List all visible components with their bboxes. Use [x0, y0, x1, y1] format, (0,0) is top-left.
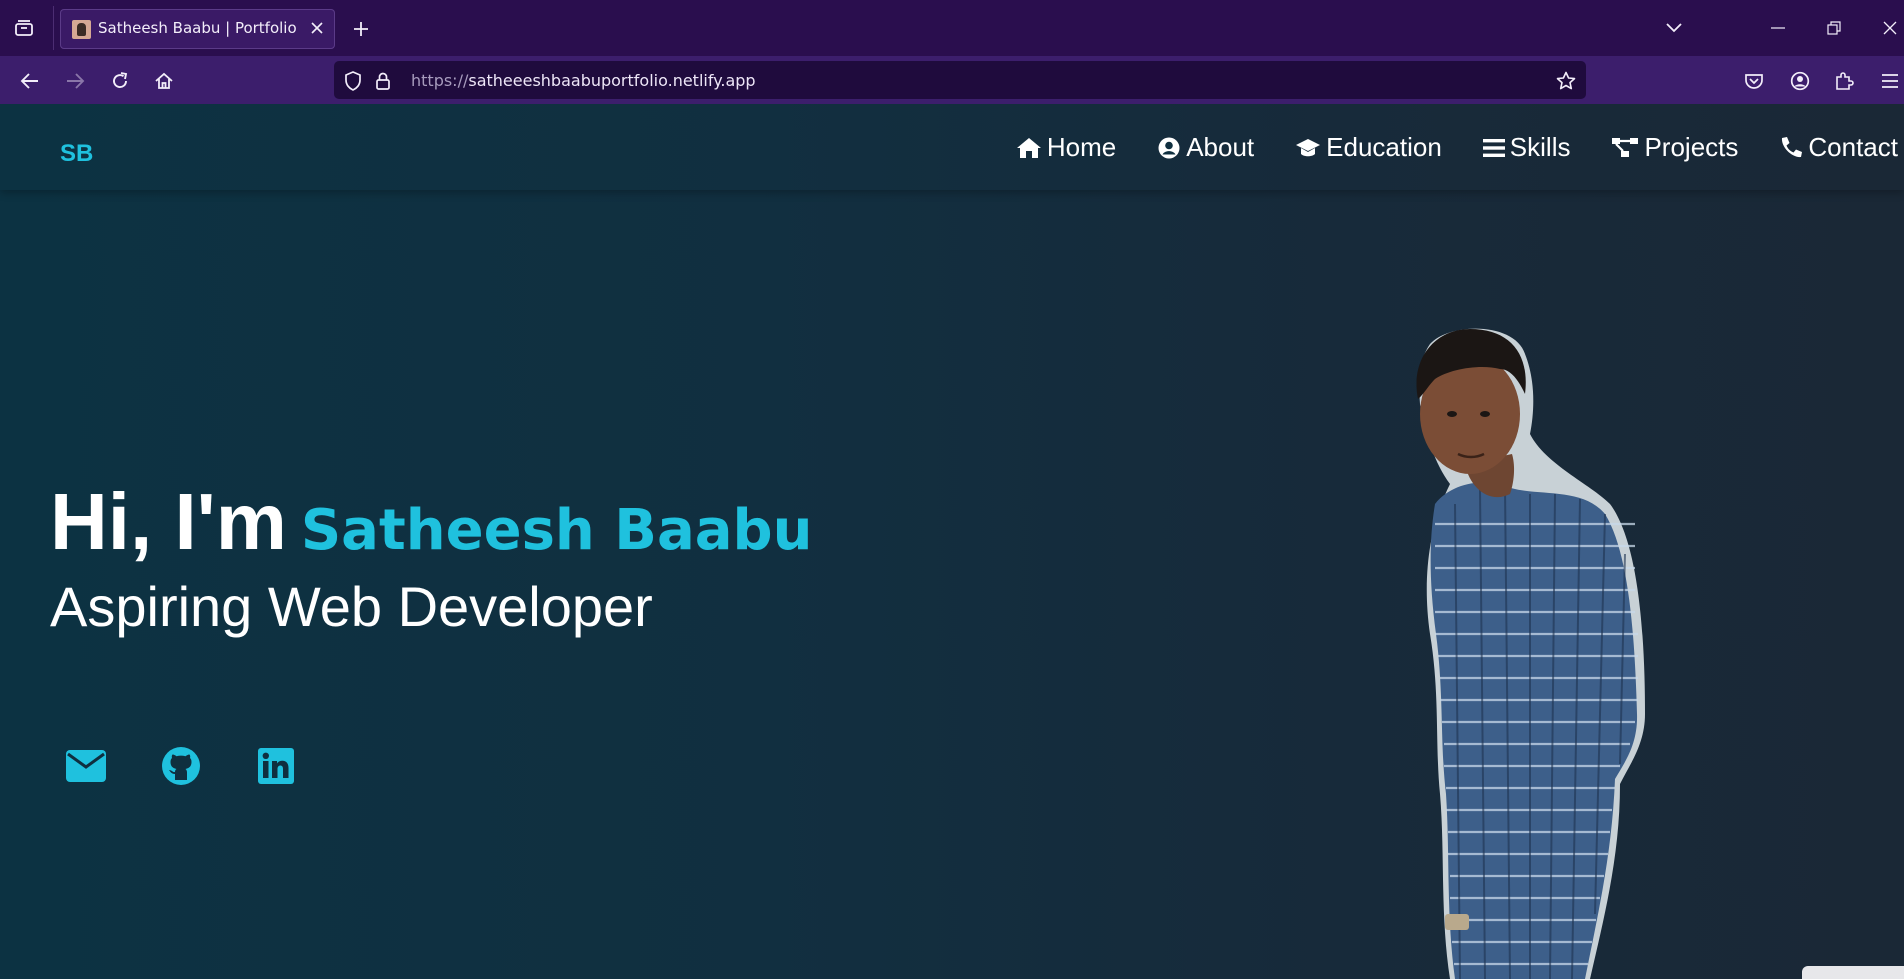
bars-icon: [1482, 138, 1505, 157]
linkedin-link[interactable]: [254, 744, 298, 788]
restore-icon[interactable]: [1820, 14, 1848, 42]
home-icon[interactable]: [150, 67, 178, 95]
hero-name: Satheesh Baabu: [300, 498, 813, 563]
graduation-cap-icon: [1296, 138, 1321, 156]
shield-icon[interactable]: [342, 70, 364, 92]
nav-education[interactable]: Education: [1295, 132, 1442, 163]
browser-tab-bar: Satheesh Baabu | Portfolio: [0, 0, 1904, 56]
extensions-icon[interactable]: [1830, 67, 1858, 95]
tab-list-icon[interactable]: [11, 16, 37, 40]
tab-separator: [53, 6, 54, 50]
portfolio-page: SB Home About Education Skills Projects: [0, 104, 1904, 979]
hero-heading: Hi, I'm Satheesh Baabu: [50, 476, 812, 568]
account-icon[interactable]: [1786, 67, 1814, 95]
reload-icon[interactable]: [106, 67, 134, 95]
nav-about[interactable]: About: [1157, 132, 1254, 163]
nav-home-label: Home: [1046, 132, 1117, 162]
browser-toolbar: https://satheeeshbaabuportfolio.netlify.…: [0, 56, 1904, 104]
project-diagram-icon: [1612, 137, 1639, 157]
nav-contact[interactable]: Contact: [1779, 132, 1898, 163]
envelope-icon: [66, 750, 106, 782]
nav-contact-label: Contact: [1808, 132, 1898, 162]
profile-photo: [1416, 328, 1645, 979]
email-link[interactable]: [64, 744, 108, 788]
nav-about-label: About: [1186, 132, 1255, 162]
corner-widget[interactable]: [1802, 966, 1904, 979]
site-logo[interactable]: SB: [60, 140, 93, 168]
site-nav: Home About Education Skills Projects Con…: [975, 132, 1898, 163]
pocket-icon[interactable]: [1740, 67, 1768, 95]
site-header: SB Home About Education Skills Projects: [0, 104, 1904, 190]
nav-home[interactable]: Home: [1016, 132, 1116, 163]
lock-icon[interactable]: [372, 70, 394, 92]
social-links: [64, 744, 349, 788]
new-tab-icon[interactable]: [348, 16, 374, 42]
close-window-icon[interactable]: [1876, 14, 1904, 42]
home-icon: [1016, 137, 1041, 158]
linkedin-icon: [258, 748, 294, 784]
tab-title: Satheesh Baabu | Portfolio: [98, 19, 297, 37]
phone-icon: [1782, 136, 1803, 157]
github-link[interactable]: [159, 744, 203, 788]
close-tab-icon[interactable]: [307, 18, 327, 38]
favicon-icon: [72, 20, 91, 39]
menu-icon[interactable]: [1876, 67, 1904, 95]
minimize-icon[interactable]: [1764, 14, 1792, 42]
active-tab[interactable]: Satheesh Baabu | Portfolio: [60, 9, 335, 49]
list-all-tabs-icon[interactable]: [1660, 14, 1688, 42]
hero-role: Aspiring Web Developer: [50, 575, 653, 638]
back-arrow-icon[interactable]: [16, 67, 44, 95]
address-bar[interactable]: https://satheeeshbaabuportfolio.netlify.…: [334, 61, 1586, 99]
nav-skills-label: Skills: [1509, 132, 1571, 162]
nav-skills[interactable]: Skills: [1482, 132, 1571, 163]
github-icon: [162, 747, 200, 785]
nav-projects-label: Projects: [1644, 132, 1739, 162]
user-circle-icon: [1158, 137, 1180, 158]
hero-greeting: Hi, I'm: [50, 477, 287, 566]
forward-arrow-icon[interactable]: [61, 67, 89, 95]
url-scheme: https://: [411, 71, 469, 90]
nav-education-label: Education: [1326, 132, 1442, 162]
url-text[interactable]: https://satheeeshbaabuportfolio.netlify.…: [411, 71, 756, 90]
url-host: satheeeshbaabuportfolio.netlify.app: [468, 71, 756, 90]
nav-projects[interactable]: Projects: [1611, 132, 1738, 163]
bookmark-star-icon[interactable]: [1555, 70, 1577, 92]
